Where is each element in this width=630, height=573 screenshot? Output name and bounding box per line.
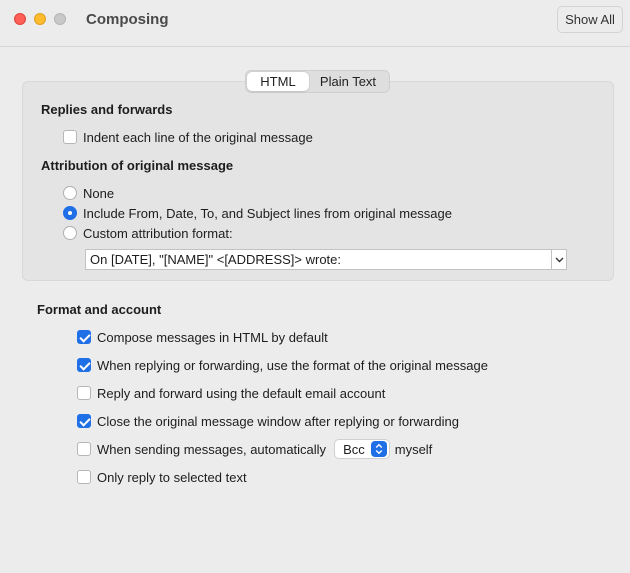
format-account-heading: Format and account <box>37 302 162 317</box>
attribution-option-none[interactable]: None <box>63 184 114 202</box>
use-original-format-checkbox[interactable] <box>77 358 91 372</box>
minimize-window-button[interactable] <box>34 13 46 25</box>
attribution-label-none: None <box>83 185 115 201</box>
attribution-label-custom: Custom attribution format: <box>83 225 233 241</box>
tab-html[interactable]: HTML <box>247 72 309 91</box>
bcc-select[interactable]: Bcc <box>334 439 390 459</box>
attribution-radio-include[interactable] <box>63 206 77 220</box>
title-bar: Composing Show All <box>0 0 630 47</box>
auto-bcc-suffix: myself <box>394 441 433 457</box>
compose-html-checkbox[interactable] <box>77 330 91 344</box>
tab-plain-text[interactable]: Plain Text <box>309 72 387 91</box>
bcc-select-value: Bcc <box>343 441 365 457</box>
close-original-checkbox[interactable] <box>77 414 91 428</box>
close-original-label: Close the original message window after … <box>97 413 460 429</box>
up-down-chevron-icon[interactable] <box>370 441 387 457</box>
attribution-radio-custom[interactable] <box>63 226 77 240</box>
window-title: Composing <box>86 11 169 28</box>
show-all-button[interactable]: Show All <box>557 6 623 33</box>
use-original-format-label: When replying or forwarding, use the for… <box>97 357 488 373</box>
reply-selected-text-checkbox[interactable] <box>77 470 91 484</box>
default-account-label: Reply and forward using the default emai… <box>97 385 386 401</box>
indent-label: Indent each line of the original message <box>83 129 313 145</box>
replies-forwards-heading: Replies and forwards <box>41 102 173 117</box>
attribution-heading: Attribution of original message <box>41 158 234 173</box>
format-tab-control: HTML Plain Text <box>245 70 390 93</box>
format-option-row[interactable]: Only reply to selected text <box>77 468 247 486</box>
auto-bcc-checkbox[interactable] <box>77 442 91 456</box>
auto-bcc-label: When sending messages, automatically <box>97 441 327 457</box>
indent-checkbox[interactable] <box>63 130 77 144</box>
close-window-button[interactable] <box>14 13 26 25</box>
format-option-row[interactable]: Compose messages in HTML by default <box>77 328 328 346</box>
format-option-row[interactable]: When replying or forwarding, use the for… <box>77 356 488 374</box>
default-account-checkbox[interactable] <box>77 386 91 400</box>
compose-html-label: Compose messages in HTML by default <box>97 329 328 345</box>
reply-selected-text-label: Only reply to selected text <box>97 469 247 485</box>
zoom-window-button <box>54 13 66 25</box>
custom-attribution-input[interactable]: On [DATE], "[NAME]" <[ADDRESS]> wrote: <box>86 250 551 269</box>
attribution-option-custom[interactable]: Custom attribution format: <box>63 224 233 242</box>
format-option-row[interactable]: When sending messages, automatically Bcc… <box>77 439 433 459</box>
custom-attribution-combo[interactable]: On [DATE], "[NAME]" <[ADDRESS]> wrote: <box>85 249 567 270</box>
indent-option-row[interactable]: Indent each line of the original message <box>63 128 313 146</box>
format-option-row[interactable]: Reply and forward using the default emai… <box>77 384 385 402</box>
attribution-label-include: Include From, Date, To, and Subject line… <box>83 205 452 221</box>
attribution-option-include[interactable]: Include From, Date, To, and Subject line… <box>63 204 452 222</box>
format-option-row[interactable]: Close the original message window after … <box>77 412 459 430</box>
chevron-down-icon[interactable] <box>551 250 566 269</box>
attribution-radio-none[interactable] <box>63 186 77 200</box>
